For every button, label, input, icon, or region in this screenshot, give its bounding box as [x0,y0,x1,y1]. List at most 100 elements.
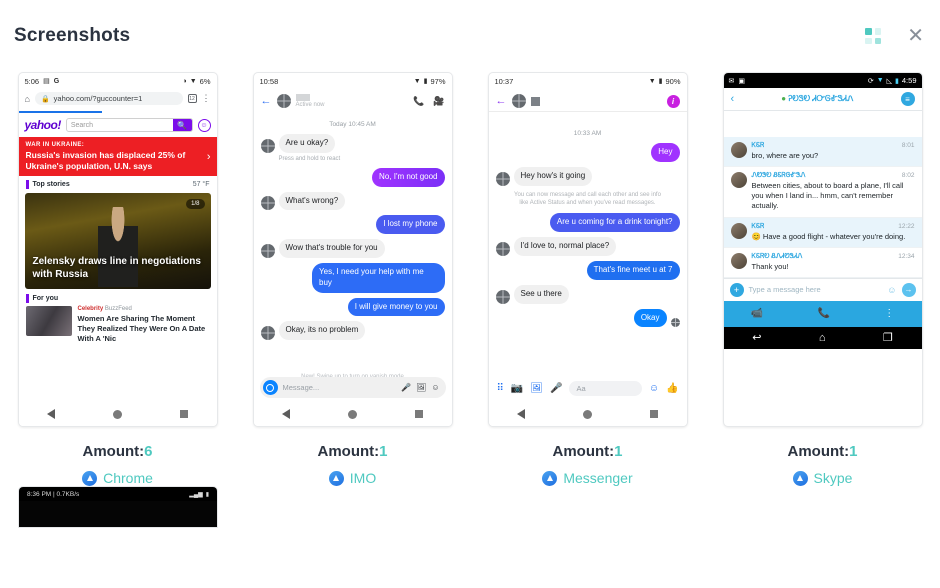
recents-icon[interactable] [649,410,658,418]
microphone-icon[interactable]: 🎤 [550,383,562,394]
message-row: No, I'm not good [261,167,445,187]
amount-value: 6 [144,443,153,460]
message-row: Okay [496,308,680,328]
message-text: Thank you! [751,261,789,271]
message-input-bar[interactable]: Message... 🎤 🖼 ☺ [259,377,446,398]
back-icon[interactable] [282,409,291,419]
for-you-header: For you [19,289,217,306]
amount-row: Amount:1 [542,443,632,460]
avatar[interactable] [511,94,526,108]
avatar [730,172,747,189]
add-attachment-icon[interactable]: + [729,282,744,297]
story-source: BuzzFeed [104,306,132,313]
microphone-icon[interactable]: 🎤 [401,383,411,392]
message-input-placeholder[interactable]: Type a message here [749,285,883,294]
grid-apps-icon[interactable] [865,28,882,44]
phone-frame-imo[interactable]: 10:58 ▼ ▮ 97% ← Active now 📞 🎥 Today 10:… [252,72,453,427]
amount-value: 1 [849,443,858,460]
sticker-icon[interactable]: ☺ [431,383,439,392]
back-arrow-icon[interactable]: ← [496,95,507,107]
call-icon[interactable]: 📞 [413,96,424,107]
address-bar[interactable]: 🔒 yahoo.com/?guccounter=1 [34,92,183,105]
chat-header: ← Active now 📞 🎥 [254,89,452,113]
gallery-icon[interactable]: 🖼 [530,383,543,394]
back-icon[interactable]: ↩ [752,331,761,344]
read-receipt-avatar [670,318,680,328]
home-icon[interactable]: ⌂ [25,94,30,104]
home-icon[interactable] [582,409,592,419]
app-link-messenger[interactable]: Messenger [542,470,633,486]
chat-timestamp: Today 10:45 AM [329,121,376,128]
message-input-placeholder[interactable]: Aa [569,381,642,396]
emoji-icon[interactable]: ☺ [649,383,659,394]
close-icon[interactable]: ✕ [907,26,924,46]
story-list-item[interactable]: Celebrity BuzzFeed Women Are Sharing The… [19,306,217,343]
status-bar: 5:06 ▤ G ◑ ▼ 6% [19,73,217,89]
wifi-icon: ▼ [648,77,656,85]
avatar[interactable] [276,94,291,108]
overflow-menu-icon[interactable]: ⋮ [884,308,894,319]
voice-call-icon[interactable]: 📞 [817,308,829,319]
recents-icon[interactable] [414,410,423,418]
tab-count-button[interactable]: 12 [187,94,197,103]
message-input-bar[interactable]: ⠿ 📷 🖼 🎤 Aa ☺ 👍 [489,377,687,400]
save-icon: ▤ [43,78,50,85]
hero-article-card[interactable]: 1/8 Zelensky draws line in negotiations … [24,193,211,290]
video-call-icon[interactable]: 📹 [751,308,763,319]
contact-name-text: ᎮᎧᏕᎧ ᏗᏅᎶᎹᏕᏗᏁ [788,94,854,103]
ukraine-banner[interactable]: WAR IN UKRAINE: Russia's invasion has di… [18,137,217,177]
home-icon[interactable]: ⌂ [819,332,826,344]
message-bubble: I lost my phone [376,215,445,235]
video-call-icon[interactable]: 🎥 [433,96,444,107]
hero-headline: Zelensky draws line in negotiations with… [32,256,201,280]
yahoo-logo: yahoo! [24,118,62,132]
emoji-icon[interactable]: ☺ [887,285,896,295]
avatar [730,222,747,239]
phone-frame-partial[interactable]: 8:36 PM | 0.7KB/s ▂▄▆ ▮ [18,486,218,528]
back-icon[interactable] [517,409,526,419]
home-icon[interactable] [112,409,122,419]
account-icon[interactable]: ☺ [197,118,211,132]
recents-icon[interactable]: ❐ [883,331,893,344]
address-bar-url: yahoo.com/?guccounter=1 [53,94,143,103]
story-meta: Celebrity BuzzFeed [78,306,210,312]
message-row: I will give money to you [261,297,445,317]
signal-icon: ◺ [886,77,893,85]
message-row: Are u coming for a drink tonight? [496,213,680,233]
camera-icon[interactable]: 📷 [511,383,523,394]
apps-icon[interactable]: ⠿ [497,383,504,394]
recents-icon[interactable] [179,410,188,418]
mail-icon: ✉ [728,77,735,85]
app-link-skype[interactable]: Skype [788,470,858,486]
overflow-menu-icon[interactable]: ⋮ [202,94,211,103]
screenshot-cell-skype: ✉ ▣ ⟳ ▼ ◺ ▮ 4:59 ‹ ● ᎮᎧᏕᎧ ᏗᏅᎶᎹᏕᏗᏁ ≡ ᏦᏋᏒ … [705,72,940,486]
amount-value: 1 [379,443,388,460]
message-bubble: Hey [651,143,680,162]
phone-frame-chrome[interactable]: 5:06 ▤ G ◑ ▼ 6% ⌂ 🔒 yahoo.com/?guccounte… [17,72,218,427]
app-link-imo[interactable]: IMO [318,470,388,486]
phone-frame-messenger[interactable]: 10:37 ▼ ▮ 90% ← i 10:33 AM Hey Hey how's… [487,72,688,427]
gallery-icon[interactable]: 🖼 [416,383,426,392]
back-icon[interactable] [47,409,56,419]
send-icon[interactable]: → [901,282,916,297]
home-icon[interactable] [347,409,357,419]
amount-row: Amount:6 [82,443,153,460]
message-row: Hey [496,143,680,162]
yahoo-search-input[interactable]: Search 🔍 [65,118,193,132]
chrome-omnibox-row[interactable]: ⌂ 🔒 yahoo.com/?guccounter=1 12 ⋮ [19,89,217,111]
app-link-chrome[interactable]: Chrome [82,470,153,486]
info-icon[interactable]: i [666,94,680,108]
phone-frame-skype[interactable]: ✉ ▣ ⟳ ▼ ◺ ▮ 4:59 ‹ ● ᎮᎧᏕᎧ ᏗᏅᎶᎹᏕᏗᏁ ≡ ᏦᏋᏒ … [722,72,923,427]
thumbs-up-icon[interactable]: 👍 [666,383,678,394]
camera-icon[interactable] [262,380,278,395]
overflow-menu-icon[interactable]: ≡ [900,92,915,106]
avatar [495,289,510,304]
back-arrow-icon[interactable]: ← [261,95,272,107]
message-input-bar[interactable]: + Type a message here ☺ → [723,277,922,301]
status-right: ▼ ▮ 97% [414,77,446,86]
message-bubble: That's fine meet u at 7 [586,260,680,280]
search-icon[interactable]: 🔍 [172,119,192,131]
avatar [495,241,510,256]
avatar [260,196,275,211]
chevron-right-icon[interactable]: › [207,151,211,163]
